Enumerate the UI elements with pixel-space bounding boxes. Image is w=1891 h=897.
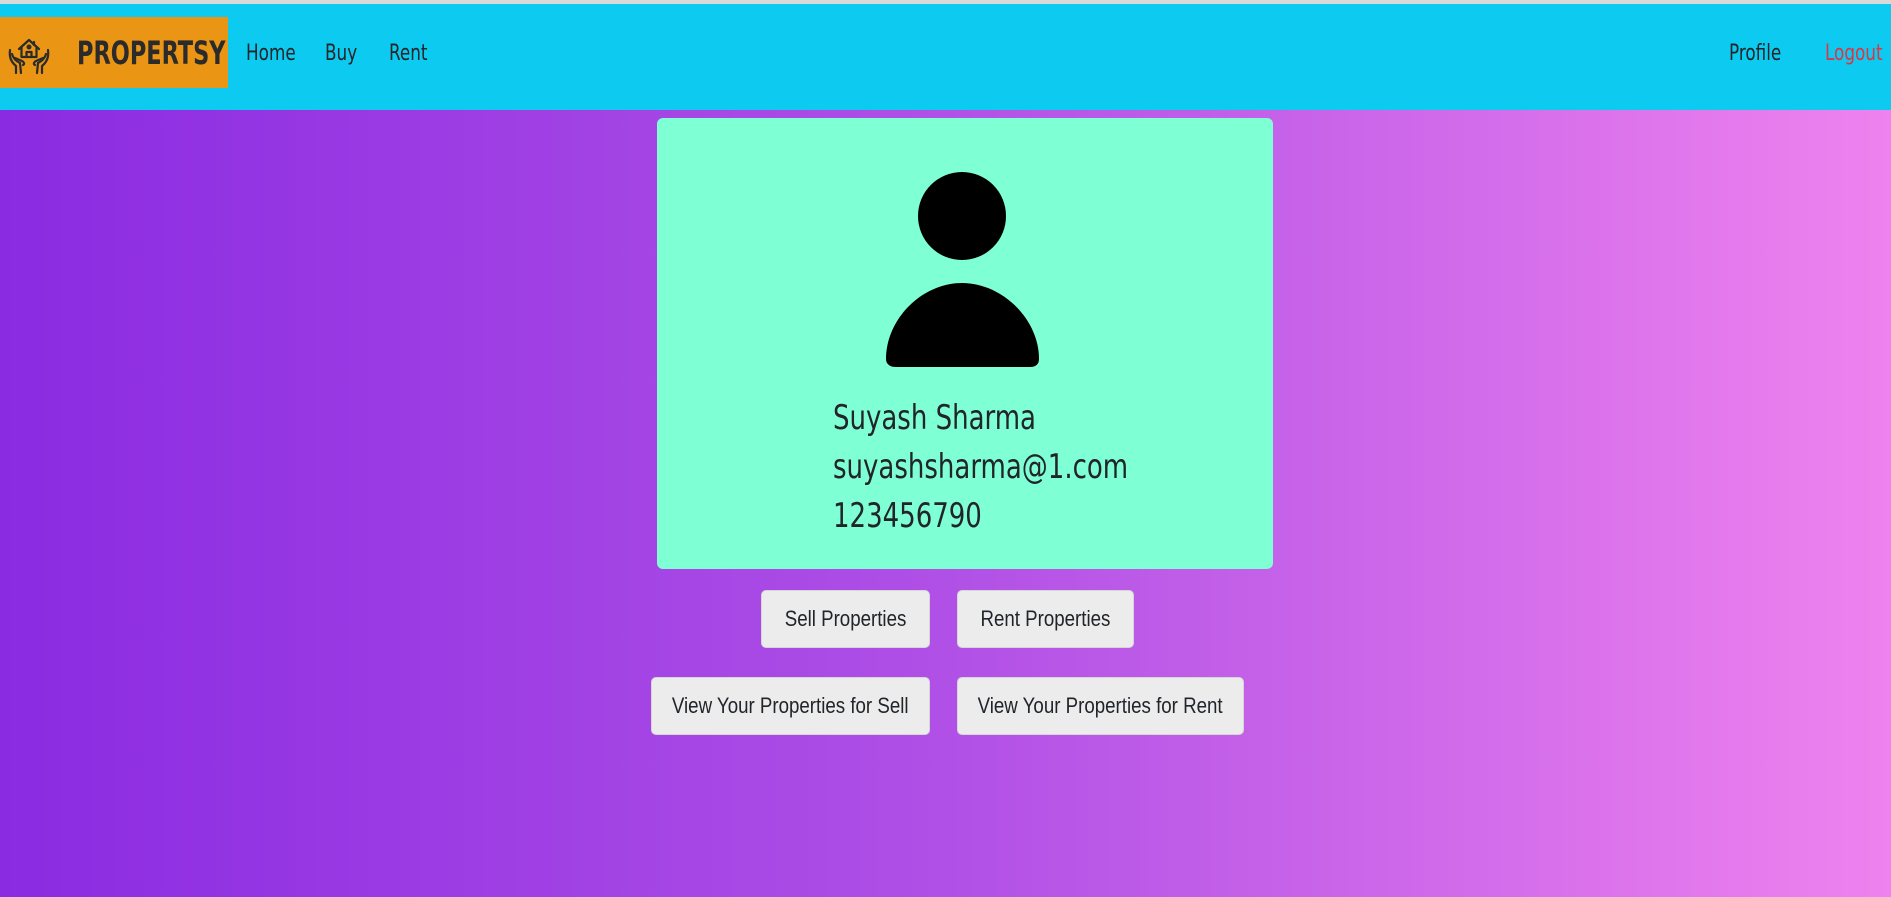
profile-name: Suyash Sharma [833,398,1036,438]
view-properties-for-sell-button[interactable]: View Your Properties for Sell [651,677,930,735]
profile-email: suyashsharma@1.com [833,447,1129,487]
brand[interactable]: PROPERTSY [0,17,228,88]
view-sell-label: View Your Properties for Sell [672,693,909,718]
profile-phone: 123456790 [833,496,982,536]
brand-name: PROPERTSY [77,33,226,72]
profile-card: Suyash Sharma suyashsharma@1.com 1234567… [657,118,1273,569]
navbar: PROPERTSY Home Buy Rent Profile Logout [0,4,1891,110]
sell-properties-button[interactable]: Sell Properties [761,590,930,648]
nav-link-home[interactable]: Home [246,41,296,66]
user-avatar-icon [886,171,1042,367]
rent-properties-label: Rent Properties [980,606,1111,631]
sell-properties-label: Sell Properties [784,606,907,631]
rent-properties-button[interactable]: Rent Properties [957,590,1134,648]
view-properties-for-rent-button[interactable]: View Your Properties for Rent [957,677,1244,735]
nav-link-profile[interactable]: Profile [1729,41,1781,66]
view-rent-label: View Your Properties for Rent [978,693,1223,718]
house-in-hands-icon [6,25,52,81]
nav-link-rent[interactable]: Rent [389,41,427,66]
nav-link-logout[interactable]: Logout [1825,41,1883,66]
nav-link-buy[interactable]: Buy [325,41,357,66]
